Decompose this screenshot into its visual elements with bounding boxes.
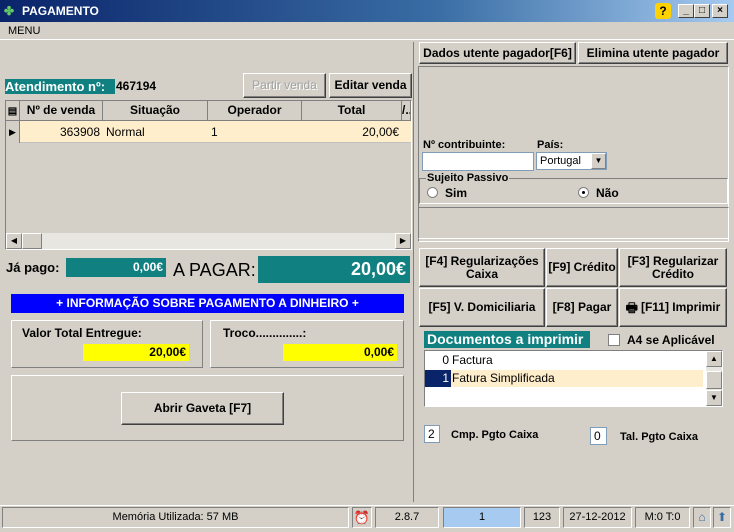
abrir-gaveta-button[interactable]: Abrir Gaveta [F7] — [121, 392, 284, 425]
title-bar: ✤ PAGAMENTO ? _ □ × — [0, 0, 734, 22]
atendimento-label: Atendimento nº: — [5, 79, 115, 94]
pais-select[interactable]: Portugal ▼ — [536, 152, 607, 170]
home-icon[interactable]: ⌂ — [693, 507, 711, 528]
f4-button[interactable]: [F4] Regularizações Caixa — [419, 248, 545, 287]
sim-label: Sim — [445, 186, 468, 200]
a-pagar-label: A PAGAR: — [173, 260, 256, 280]
cell-situacao: Normal — [106, 125, 145, 139]
close-button[interactable]: × — [712, 4, 728, 18]
scroll-thumb[interactable] — [22, 233, 42, 249]
vertical-scrollbar[interactable]: ▲ ▼ — [706, 351, 722, 406]
col-header-operador[interactable]: Operador — [208, 101, 302, 121]
elimina-utente-button[interactable]: Elimina utente pagador — [578, 42, 728, 64]
sujeito-label: Sujeito Passivo — [426, 172, 510, 184]
col-header-total[interactable]: Total — [302, 101, 402, 121]
doc-qty: 0 — [442, 353, 449, 367]
troco-label: Troco..............: — [223, 326, 307, 340]
docs-title: Documentos a imprimir — [424, 331, 590, 348]
cmp-label: Cmp. Pgto Caixa — [451, 429, 539, 441]
menu-bar: MENU — [0, 22, 734, 40]
nao-radio[interactable] — [578, 187, 589, 198]
scroll-down-icon[interactable]: ▼ — [706, 390, 722, 406]
arrow-up-icon[interactable]: ⬆ — [713, 507, 731, 528]
doc-qty: 1 — [425, 370, 451, 387]
col-header-extra[interactable]: /... — [402, 101, 411, 121]
partir-venda-button[interactable]: Partir venda — [243, 73, 326, 98]
nif-input[interactable] — [422, 152, 534, 171]
ja-pago-value: 0,00€ — [66, 258, 166, 277]
f11-button[interactable]: 🖶 [F11] Imprimir — [619, 288, 727, 327]
printer-icon: 🖶 — [625, 300, 638, 315]
a4-label: A4 se Aplicável — [627, 333, 715, 347]
valor-box: Valor Total Entregue: 20,00€ — [11, 320, 203, 368]
a-pagar-value: 20,00€ — [258, 256, 410, 283]
cmp-input[interactable]: 2 — [424, 425, 440, 443]
dados-utente-button[interactable]: Dados utente pagador[F6] — [419, 42, 576, 64]
window-title: PAGAMENTO — [22, 4, 99, 18]
status-mt: M:0 T:0 — [635, 507, 690, 528]
nao-label: Não — [596, 186, 619, 200]
scroll-right-icon[interactable]: ▶ — [395, 233, 411, 249]
scroll-left-icon[interactable]: ◀ — [6, 233, 22, 249]
docs-list: 0 Factura 1 Fatura Simplificada ▲ ▼ — [424, 350, 723, 407]
col-header-num[interactable]: Nº de venda — [20, 101, 103, 121]
editar-venda-button[interactable]: Editar venda — [329, 73, 412, 98]
f3-button[interactable]: [F3] Regularizar Crédito — [619, 248, 727, 287]
ja-pago-label: Já pago: — [6, 260, 60, 275]
minimize-button[interactable]: _ — [678, 4, 694, 18]
status-clock-icon: ⏰ — [352, 507, 372, 528]
f8-button[interactable]: [F8] Pagar — [546, 288, 618, 327]
scroll-up-icon[interactable]: ▲ — [706, 351, 722, 367]
tal-input[interactable]: 0 — [590, 427, 607, 445]
chevron-down-icon[interactable]: ▼ — [591, 153, 606, 169]
horizontal-scrollbar[interactable]: ◀ ▶ — [6, 233, 411, 249]
troco-box: Troco..............: 0,00€ — [210, 320, 404, 368]
table-row[interactable]: ▶ 363908 Normal 1 20,00€ — [6, 121, 411, 143]
list-item[interactable]: 0 Factura — [425, 352, 703, 369]
doc-name: Fatura Simplificada — [452, 371, 555, 385]
menu-item[interactable]: MENU — [8, 25, 40, 37]
col-header-situacao[interactable]: Situação — [103, 101, 208, 121]
info-strip — [418, 207, 729, 239]
status-code: 123 — [524, 507, 560, 528]
a4-checkbox[interactable] — [608, 334, 620, 346]
status-version: 2.8.7 — [375, 507, 439, 528]
grid-corner: ▤ — [6, 101, 20, 121]
troco-field[interactable]: 0,00€ — [283, 344, 397, 361]
scroll-thumb[interactable] — [706, 371, 722, 389]
cell-total: 20,00€ — [362, 125, 399, 139]
valor-label: Valor Total Entregue: — [22, 326, 142, 340]
status-memoria: Memória Utilizada: 57 MB — [2, 507, 349, 528]
maximize-button[interactable]: □ — [694, 4, 710, 18]
f11-label: [F11] Imprimir — [640, 300, 721, 314]
doc-name: Factura — [452, 353, 493, 367]
cell-operador: 1 — [211, 125, 218, 139]
status-date: 27-12-2012 — [563, 507, 632, 528]
sales-grid: ▤ Nº de venda Situação Operador Total /.… — [5, 100, 412, 250]
f5-button[interactable]: [F5] V. Domiciliaria — [419, 288, 545, 327]
pais-label: País: — [537, 139, 564, 151]
list-item[interactable]: 1 Fatura Simplificada — [425, 370, 703, 387]
valor-field[interactable]: 20,00€ — [83, 344, 189, 361]
tal-label: Tal. Pgto Caixa — [620, 431, 699, 443]
nif-label: Nº contribuinte: — [423, 139, 506, 151]
row-indicator-icon: ▶ — [6, 121, 20, 143]
atendimento-value: 467194 — [116, 79, 157, 93]
info-banner: + INFORMAÇÃO SOBRE PAGAMENTO A DINHEIRO … — [11, 294, 404, 313]
cell-num: 363908 — [59, 125, 100, 139]
help-icon[interactable]: ? — [655, 3, 671, 19]
pais-value: Portugal — [540, 155, 581, 167]
app-icon: ✤ — [4, 4, 15, 18]
f9-button[interactable]: [F9] Crédito — [546, 248, 618, 287]
print-icon: ▤ — [7, 106, 18, 117]
status-user: 1 — [443, 507, 521, 528]
sim-radio[interactable] — [427, 187, 438, 198]
